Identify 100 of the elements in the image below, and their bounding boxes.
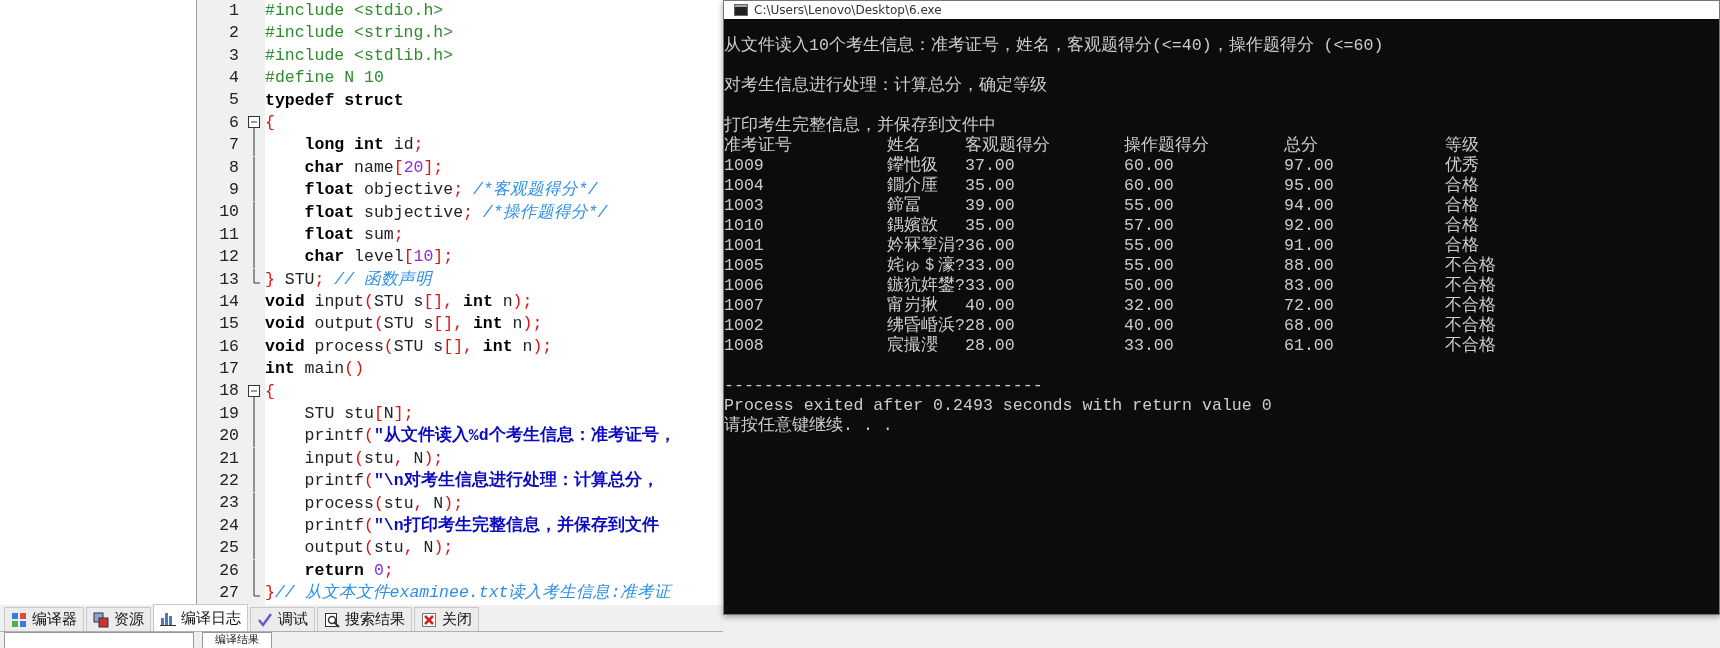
line-number: 7: [228, 134, 239, 157]
table-cell-text: 鍝嬪敨: [887, 216, 939, 236]
table-cell: 不合格: [1445, 316, 1496, 336]
code-line: {: [265, 381, 275, 401]
line-number: 11: [218, 223, 239, 246]
table-cell-text: 57.00: [1124, 216, 1175, 236]
table-cell-text: 1002: [724, 316, 765, 336]
code-line: } STU; // 函数声明: [265, 269, 433, 289]
code-line: input(stu, N);: [303, 448, 444, 468]
table-cell-text: 32.00: [1124, 296, 1175, 316]
code-line: #include <stdlib.h>: [265, 45, 454, 65]
code-line: #include <stdio.h>: [265, 1, 444, 20]
table-cell-text: 1008: [724, 336, 765, 356]
code-line: long int id;: [303, 135, 424, 155]
table-cell-text: 鏃犺姩鐢?: [887, 276, 965, 295]
line-number: 5: [228, 89, 239, 112]
table-cell: 28.00: [965, 316, 1015, 336]
panel-tab[interactable]: 关闭: [414, 607, 479, 631]
console-line: Process exited after 0.2493 seconds with return value 0: [724, 396, 1272, 416]
line-number: 15: [218, 313, 239, 336]
table-cell-text: 绋昏崏浜?: [887, 316, 965, 335]
line-number: 9: [228, 178, 239, 201]
stacked-squares-icon: [93, 611, 109, 628]
table-cell: 33.00: [965, 276, 1015, 296]
code-line: output(stu, N);: [303, 538, 454, 558]
code-line: STU stu[N];: [303, 404, 414, 424]
table-cell: 28.00: [965, 336, 1015, 356]
panel-tab[interactable]: 调试: [250, 607, 315, 631]
line-number: 3: [228, 44, 239, 67]
table-cell: 39.00: [965, 196, 1015, 216]
table-cell: 36.00: [965, 236, 1015, 256]
table-cell-text: 55.00: [1124, 196, 1175, 216]
panel-tab[interactable]: 搜索结果: [317, 607, 412, 631]
table-cell-text: 鍗冨: [887, 196, 922, 216]
table-cell: 33.00: [965, 256, 1015, 276]
column-header: 准考证号: [724, 136, 793, 156]
line-number: 12: [218, 246, 239, 269]
table-cell-text: 92.00: [1284, 216, 1335, 236]
console-line: 从文件读入10个考生信息：准考证号，姓名，客观题得分(<=40)，操作题得分 (<=60): [724, 36, 1384, 56]
table-cell-text: 1005: [724, 256, 765, 276]
table-cell-text: 50.00: [1124, 276, 1175, 296]
line-number: 17: [218, 358, 239, 381]
code-line: float objective; /*客观题得分*/: [303, 180, 598, 200]
code-line: printf("\n对考生信息进行处理：计算总分，: [303, 471, 659, 491]
console-line: 请按任意键继续. . .: [724, 416, 893, 436]
table-cell-text: 40.00: [1124, 316, 1175, 336]
line-number: 18: [218, 380, 239, 403]
table-cell: 40.00: [965, 296, 1015, 316]
table-cell-text: 1007: [724, 296, 765, 316]
close-icon: [421, 611, 437, 628]
output-tab[interactable]: 编译结果: [202, 632, 272, 648]
table-cell: 35.00: [965, 176, 1015, 196]
line-number: 14: [218, 290, 239, 313]
panel-tab[interactable]: 编译日志: [153, 604, 248, 631]
table-cell-text: 宸撮瀴: [887, 336, 939, 356]
line-number: 16: [218, 335, 239, 358]
table-cell-text: 1001: [724, 236, 765, 256]
checkmark-icon: [257, 611, 273, 628]
table-cell-text: 1003: [724, 196, 765, 216]
table-cell-text: 94.00: [1284, 196, 1335, 216]
table-cell-text: 91.00: [1284, 236, 1335, 256]
column-header: 操作题得分: [1124, 136, 1210, 156]
table-cell-text: 97.00: [1284, 156, 1335, 176]
panel-tab[interactable]: 资源: [86, 607, 151, 631]
line-number: 20: [218, 425, 239, 448]
table-cell-text: 83.00: [1284, 276, 1335, 296]
code-line: void output(STU s[], int n);: [265, 314, 543, 334]
panel-tab[interactable]: 编译器: [4, 607, 84, 631]
table-cell-text: 1006: [724, 276, 765, 296]
window-title: C:\Users\Lenovo\Desktop\6.exe: [754, 2, 942, 19]
table-cell: 合格: [1445, 236, 1479, 256]
table-cell-text: 55.00: [1124, 236, 1175, 256]
code-line: #define N 10: [265, 68, 384, 88]
table-cell-text: 1004: [724, 176, 765, 196]
line-number: 22: [218, 470, 239, 493]
console-line: --------------------------------: [724, 376, 1043, 396]
line-number: 21: [218, 447, 239, 470]
code-line: int main(): [265, 359, 365, 379]
code-line: float subjective; /*操作题得分*/: [303, 202, 608, 222]
code-line: }// 从文本文件examinee.txt读入考生信息:准考证: [265, 583, 672, 603]
magnifier-icon: [324, 611, 340, 628]
table-cell-text: 1010: [724, 216, 765, 236]
code-editor[interactable]: [265, 0, 723, 605]
table-cell: 不合格: [1445, 276, 1496, 296]
code-line: char level[10];: [303, 247, 454, 267]
column-header: 姓名: [887, 136, 922, 155]
grid-icon: [11, 611, 27, 628]
code-line: typedef struct: [265, 90, 404, 110]
table-cell: 37.00: [965, 156, 1015, 176]
table-cell-text: 鑻忚彶: [887, 156, 939, 176]
bar-chart-icon: [160, 610, 176, 626]
table-cell: 不合格: [1445, 336, 1496, 356]
code-line: void process(STU s[], int n);: [265, 336, 553, 356]
table-cell-text: 88.00: [1284, 256, 1335, 276]
console-icon: [734, 4, 748, 16]
console-line: 打印考生完整信息，并保存到文件中: [724, 116, 996, 135]
line-number: 2: [228, 22, 239, 45]
table-cell-text: 1009: [724, 156, 765, 176]
table-cell: 合格: [1445, 196, 1479, 216]
table-cell: 妗冧箰涓?: [887, 236, 965, 256]
